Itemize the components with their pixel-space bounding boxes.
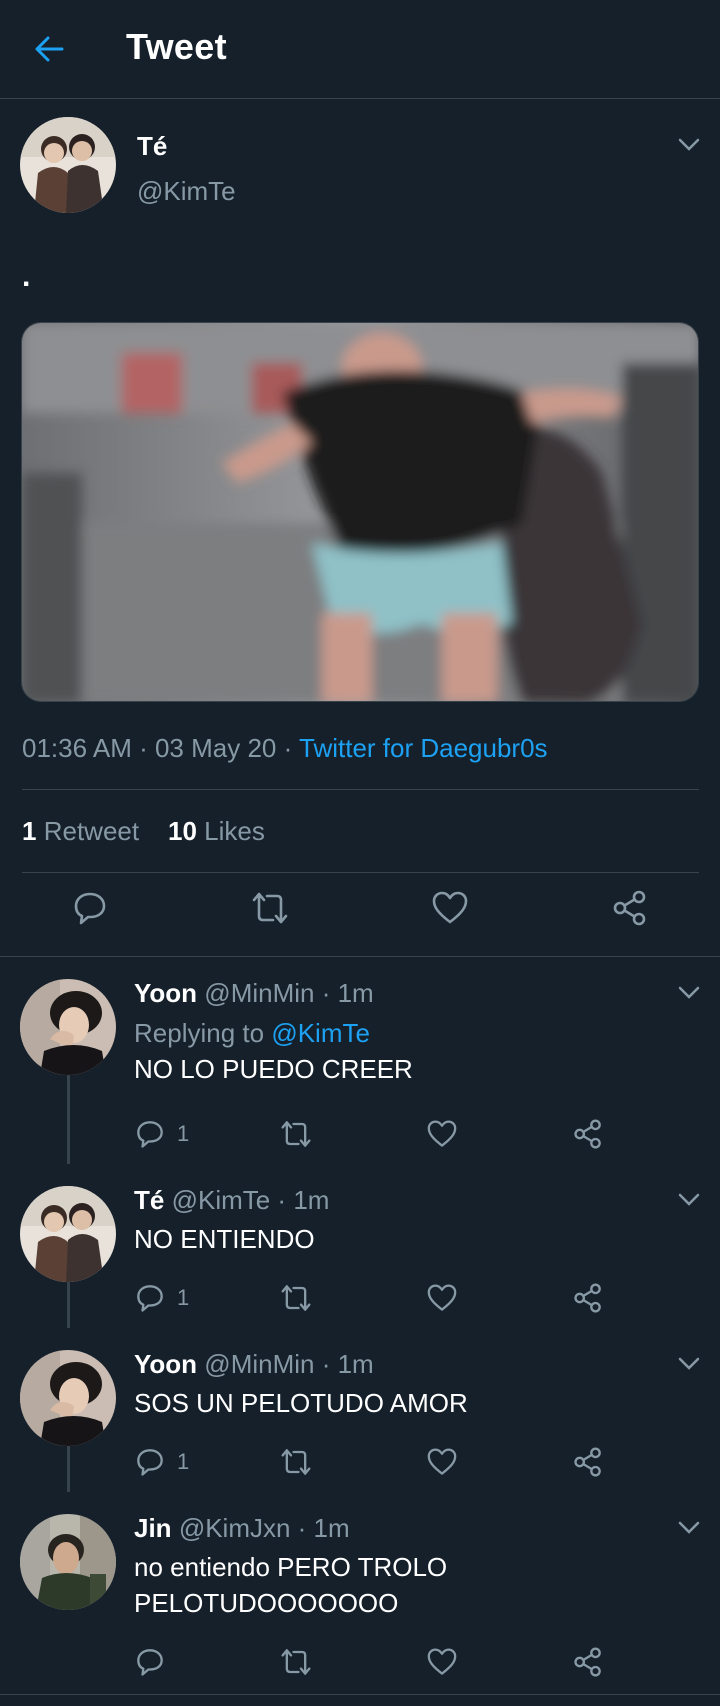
reply-text: NO ENTIENDO [134, 1224, 315, 1254]
reply-button[interactable]: 1 [135, 1445, 189, 1479]
reply-text: no entiendo PERO TROLO PELOTUDOOOOOOO [134, 1552, 448, 1618]
like-heart-icon[interactable] [427, 1281, 457, 1315]
tweet-media-image[interactable] [21, 322, 699, 702]
replying-prefix: Replying to [134, 1018, 272, 1048]
reply-actions [0, 1645, 720, 1679]
avatar[interactable] [20, 1186, 116, 1282]
chevron-down-icon[interactable] [678, 1357, 700, 1371]
app-header: Tweet [0, 0, 720, 99]
divider [0, 1694, 720, 1695]
chevron-down-icon[interactable] [678, 986, 700, 1000]
reply-actions: 1 [0, 1117, 720, 1151]
retweet-icon[interactable] [280, 1281, 312, 1315]
list-item[interactable]: Yoon @MinMin · 1m Replying to @KimTe NO … [0, 957, 720, 1164]
like-heart-icon[interactable] [427, 1117, 457, 1151]
chevron-down-icon[interactable] [678, 138, 700, 152]
share-icon[interactable] [610, 888, 650, 928]
divider [22, 789, 699, 790]
list-item[interactable]: Yoon @MinMin · 1m SOS UN PELOTUDO AMOR 1 [0, 1328, 720, 1492]
reply-author-handle[interactable]: @KimTe · 1m [172, 1185, 330, 1215]
avatar[interactable] [20, 117, 116, 213]
reply-header: Jin @KimJxn · 1m [134, 1513, 350, 1544]
avatar[interactable] [20, 979, 116, 1075]
reply-count: 1 [177, 1121, 190, 1146]
tweet-text: . [22, 260, 31, 293]
reply-count: 1 [177, 1285, 190, 1310]
reply-actions: 1 [0, 1445, 720, 1479]
reply-button[interactable]: 1 [135, 1117, 189, 1151]
tweet-source-link[interactable]: Twitter for Daegubr0s [299, 733, 548, 763]
like-heart-icon[interactable] [427, 1645, 457, 1679]
reply-author-handle[interactable]: @MinMin · 1m [204, 1349, 373, 1379]
like-count[interactable]: 10 [168, 816, 197, 846]
reply-author-name[interactable]: Yoon [134, 978, 197, 1008]
reply-text: NO LO PUEDO CREER [134, 1054, 413, 1084]
reply-author-handle[interactable]: @MinMin · 1m [204, 978, 373, 1008]
tweet-stats: 1 Retweet 10 Likes [22, 816, 265, 847]
list-item[interactable]: Jin @KimJxn · 1m no entiendo PERO TROLO … [0, 1492, 720, 1692]
retweet-icon[interactable] [280, 1445, 312, 1479]
retweet-icon[interactable] [250, 888, 290, 928]
reply-header: Yoon @MinMin · 1m [134, 1349, 374, 1380]
author-handle[interactable]: @KimTe [137, 176, 236, 207]
chevron-down-icon[interactable] [678, 1521, 700, 1535]
replying-to: Replying to @KimTe [134, 1018, 370, 1049]
retweet-count[interactable]: 1 [22, 816, 36, 846]
retweet-label[interactable]: Retweet [44, 816, 139, 846]
replying-to-link[interactable]: @KimTe [271, 1018, 370, 1048]
reply-actions: 1 [0, 1281, 720, 1315]
retweet-icon[interactable] [280, 1117, 312, 1151]
tweet-actions [0, 888, 720, 940]
reply-author-name[interactable]: Yoon [134, 1349, 197, 1379]
chevron-down-icon[interactable] [678, 1193, 700, 1207]
reply-author-handle[interactable]: @KimJxn · 1m [179, 1513, 350, 1543]
like-label[interactable]: Likes [204, 816, 265, 846]
share-icon[interactable] [573, 1645, 603, 1679]
page-title: Tweet [126, 26, 227, 67]
timestamp-text: 01:36 AM · 03 May 20 · [22, 733, 299, 763]
avatar[interactable] [20, 1514, 116, 1610]
like-heart-icon[interactable] [427, 1445, 457, 1479]
share-icon[interactable] [573, 1281, 603, 1315]
list-item[interactable]: Té @KimTe · 1m NO ENTIENDO 1 [0, 1164, 720, 1328]
share-icon[interactable] [573, 1117, 603, 1151]
reply-author-name[interactable]: Té [134, 1185, 164, 1215]
reply-header: Té @KimTe · 1m [134, 1185, 329, 1216]
share-icon[interactable] [573, 1445, 603, 1479]
avatar[interactable] [20, 1350, 116, 1446]
reply-count: 1 [177, 1449, 190, 1474]
retweet-icon[interactable] [280, 1645, 312, 1679]
tweet-timestamp: 01:36 AM · 03 May 20 · Twitter for Daegu… [22, 733, 548, 764]
reply-header: Yoon @MinMin · 1m [134, 978, 374, 1009]
back-arrow-icon[interactable] [30, 30, 68, 68]
like-heart-icon[interactable] [430, 888, 470, 928]
reply-text: SOS UN PELOTUDO AMOR [134, 1388, 468, 1418]
reply-button[interactable] [135, 1645, 177, 1679]
reply-author-name[interactable]: Jin [134, 1513, 172, 1543]
reply-icon[interactable] [70, 888, 110, 928]
author-name[interactable]: Té [137, 131, 167, 162]
divider [22, 872, 699, 873]
reply-button[interactable]: 1 [135, 1281, 189, 1315]
